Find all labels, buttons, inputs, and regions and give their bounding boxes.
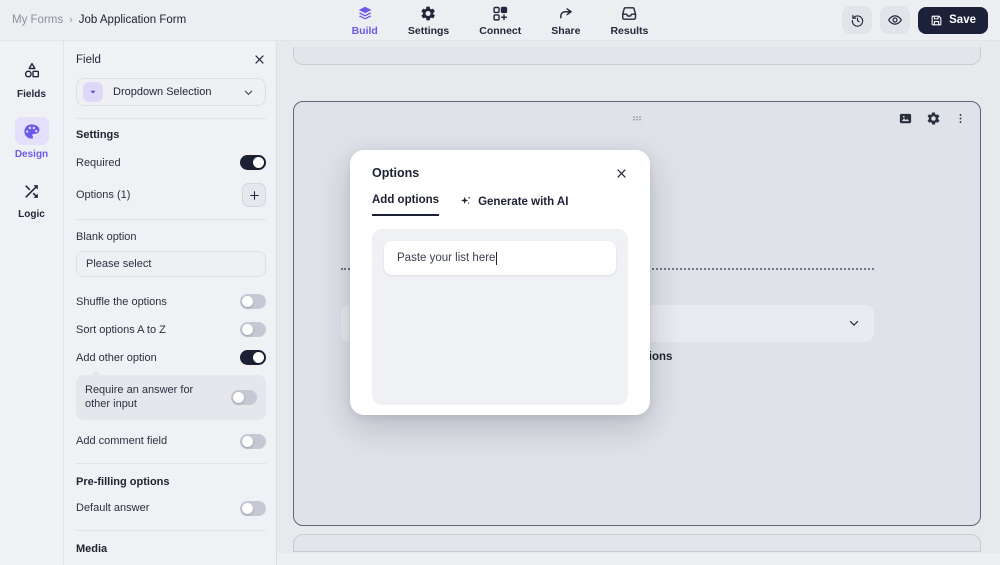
default-answer-toggle[interactable] <box>240 501 266 516</box>
tab-settings-label: Settings <box>408 25 449 37</box>
options-list-input[interactable]: Paste your list here <box>384 241 616 275</box>
save-button-label: Save <box>949 14 976 26</box>
preview-button[interactable] <box>880 6 910 34</box>
apps-plus-icon <box>492 5 509 22</box>
left-rail: Fields Design Logic <box>0 41 64 565</box>
field-type-value: Dropdown Selection <box>113 86 211 98</box>
history-icon <box>850 13 865 28</box>
drag-handle-icon[interactable] <box>628 108 646 128</box>
tab-generate-label: Generate with AI <box>478 196 568 208</box>
top-right-controls: Save <box>842 6 988 34</box>
blank-option-label: Blank option <box>76 231 266 243</box>
add-comment-toggle[interactable] <box>240 434 266 449</box>
shuffle-label: Shuffle the options <box>76 296 167 308</box>
tab-settings[interactable]: Settings <box>408 5 449 37</box>
dropdown-caret-badge-icon <box>83 82 103 102</box>
sparkles-icon <box>459 195 472 208</box>
tab-share[interactable]: Share <box>551 5 580 37</box>
add-other-toggle[interactable] <box>240 350 266 365</box>
save-button[interactable]: Save <box>918 7 988 34</box>
sort-label: Sort options A to Z <box>76 324 166 336</box>
settings-section-header: Settings <box>76 129 266 141</box>
tab-build-label: Build <box>352 25 378 37</box>
blank-option-input[interactable]: Please select <box>76 251 266 277</box>
modal-close-icon[interactable] <box>615 167 628 180</box>
rail-design-label: Design <box>15 149 48 160</box>
breadcrumb-form-name[interactable]: Job Application Form <box>79 14 186 26</box>
image-icon[interactable] <box>898 111 913 126</box>
rail-item-fields[interactable]: Fields <box>15 57 49 100</box>
tab-add-options[interactable]: Add options <box>372 194 439 216</box>
kebab-menu-icon[interactable] <box>954 111 967 126</box>
field-type-select[interactable]: Dropdown Selection <box>76 78 266 106</box>
text-cursor <box>496 252 497 265</box>
select-chevron-down-icon <box>847 316 861 330</box>
tab-connect-label: Connect <box>479 25 521 37</box>
options-list-area: Paste your list here <box>372 229 628 405</box>
tab-share-label: Share <box>551 25 580 37</box>
panel-title: Field <box>76 54 101 66</box>
add-other-label: Add other option <box>76 352 157 364</box>
tab-connect[interactable]: Connect <box>479 5 521 37</box>
gear-icon <box>420 5 437 22</box>
sort-toggle[interactable] <box>240 322 266 337</box>
rail-fields-label: Fields <box>17 89 46 100</box>
field-settings-panel: Field Dropdown Selection Settings Requir… <box>64 41 277 565</box>
eye-icon <box>887 12 903 28</box>
breadcrumb-my-forms[interactable]: My Forms <box>12 14 63 26</box>
modal-tabs: Add options Generate with AI <box>372 194 628 216</box>
require-other-toggle[interactable] <box>231 390 257 405</box>
required-toggle[interactable] <box>240 155 266 170</box>
tab-results[interactable]: Results <box>610 5 648 37</box>
options-input-placeholder: Paste your list here <box>397 252 495 264</box>
breadcrumb: My Forms › Job Application Form <box>12 14 186 26</box>
top-nav-tabs: Build Settings Connect Share Results <box>352 5 649 37</box>
blank-option-value: Please select <box>86 258 151 270</box>
rail-item-logic[interactable]: Logic <box>15 177 49 220</box>
tab-add-options-label: Add options <box>372 194 439 206</box>
tab-results-label: Results <box>610 25 648 37</box>
block-toolbar <box>898 111 967 126</box>
close-panel-icon[interactable] <box>253 53 266 66</box>
canvas-bottom-strip <box>277 553 1000 565</box>
chevron-down-icon <box>242 86 255 99</box>
shapes-icon <box>15 57 49 85</box>
default-answer-label: Default answer <box>76 502 149 514</box>
tab-generate-with-ai[interactable]: Generate with AI <box>459 195 568 216</box>
top-bar: My Forms › Job Application Form Build Se… <box>0 0 1000 40</box>
version-history-button[interactable] <box>842 6 872 34</box>
options-count-label: Options (1) <box>76 189 130 201</box>
shuffle-icon <box>15 177 49 205</box>
tab-build[interactable]: Build <box>352 5 378 37</box>
shuffle-toggle[interactable] <box>240 294 266 309</box>
modal-title: Options <box>372 166 419 180</box>
block-settings-gear-icon[interactable] <box>926 111 941 126</box>
add-option-button[interactable] <box>242 183 266 207</box>
require-other-label: Require an answer for other input <box>85 383 203 412</box>
prefill-section-header: Pre-filling options <box>76 476 266 488</box>
media-section-header: Media <box>76 543 266 555</box>
rail-item-design[interactable]: Design <box>15 117 49 160</box>
required-label: Required <box>76 157 121 169</box>
require-other-box: Require an answer for other input <box>76 375 266 420</box>
next-form-block[interactable] <box>293 534 981 552</box>
share-arrow-icon <box>557 5 574 22</box>
save-icon <box>930 14 943 27</box>
options-modal: Options Add options Generate with AI Pas… <box>350 150 650 415</box>
inbox-icon <box>621 5 638 22</box>
palette-icon <box>15 117 49 145</box>
previous-form-block[interactable] <box>293 47 981 65</box>
layers-icon <box>356 5 373 22</box>
breadcrumb-separator: › <box>69 14 73 26</box>
add-comment-label: Add comment field <box>76 435 167 447</box>
rail-logic-label: Logic <box>18 209 45 220</box>
